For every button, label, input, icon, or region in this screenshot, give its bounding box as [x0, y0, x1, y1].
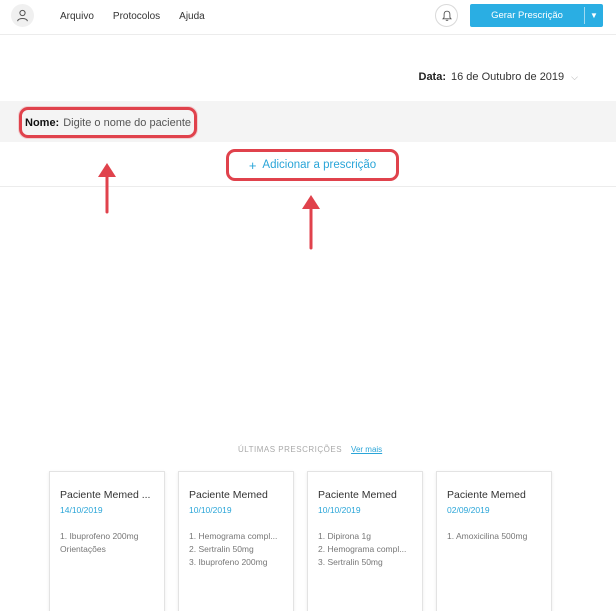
card-items: 1. Hemograma compl... 2. Sertralin 50mg … — [189, 530, 283, 569]
menu-ajuda[interactable]: Ajuda — [179, 11, 205, 22]
card-item: 2. Sertralin 50mg — [189, 543, 283, 556]
card-item: 1. Hemograma compl... — [189, 531, 278, 541]
card-date: 10/10/2019 — [189, 505, 232, 515]
patient-name-label: Nome: — [25, 116, 60, 129]
prescription-card[interactable]: Paciente Memed 10/10/2019 1. Hemograma c… — [178, 471, 294, 611]
date-selector[interactable]: Data: 16 de Outubro de 2019 ⌵ — [419, 71, 579, 83]
menu-arquivo[interactable]: Arquivo — [60, 11, 94, 22]
patient-name-field[interactable]: Nome: Digite o nome do paciente — [19, 107, 197, 138]
top-bar: Arquivo Protocolos Ajuda Gerar Prescriçã… — [0, 0, 616, 35]
ver-mais-link[interactable]: Ver mais — [351, 445, 382, 454]
chevron-down-icon: ⌵ — [571, 71, 578, 82]
plus-icon: + — [248, 157, 257, 173]
card-item: 2. Hemograma compl... — [318, 544, 407, 554]
prescription-card[interactable]: Paciente Memed ... 14/10/2019 1. Ibuprof… — [49, 471, 165, 611]
user-avatar[interactable] — [11, 4, 34, 27]
user-icon — [17, 9, 28, 22]
card-items: 1. Ibuprofeno 200mg Orientações — [60, 530, 154, 556]
add-prescription-button[interactable]: + Adicionar a prescrição — [226, 149, 399, 181]
add-prescription-label: Adicionar a prescrição — [262, 159, 377, 171]
patient-name-input[interactable]: Digite o nome do paciente — [63, 117, 191, 129]
card-date: 02/09/2019 — [447, 505, 490, 515]
date-label: Data: — [418, 71, 447, 83]
prescription-card[interactable]: Paciente Memed 02/09/2019 1. Amoxicilina… — [436, 471, 552, 611]
gerar-prescricao-label: Gerar Prescrição — [491, 10, 563, 21]
card-patient-name: Paciente Memed — [447, 489, 526, 501]
prescription-card[interactable]: Paciente Memed 10/10/2019 1. Dipirona 1g… — [307, 471, 423, 611]
card-item: 3. Sertralin 50mg — [318, 556, 412, 569]
arrow-up-icon — [98, 163, 116, 214]
recent-title: ÚLTIMAS PRESCRIÇÕES — [238, 445, 343, 454]
bell-icon — [441, 10, 452, 21]
card-items: 1. Dipirona 1g 2. Hemograma compl... 3. … — [318, 530, 412, 569]
notifications-button[interactable] — [435, 4, 458, 27]
card-item: Orientações — [60, 544, 106, 554]
card-items: 1. Amoxicilina 500mg — [447, 530, 541, 543]
gerar-prescricao-button[interactable]: Gerar Prescrição ▼ — [470, 4, 603, 27]
divider — [0, 186, 616, 187]
card-date: 14/10/2019 — [60, 505, 103, 515]
date-value: 16 de Outubro de 2019 — [451, 71, 565, 83]
card-patient-name: Paciente Memed — [189, 489, 268, 501]
card-date: 10/10/2019 — [318, 505, 361, 515]
arrow-up-icon — [302, 195, 320, 250]
card-item: 3. Ibuprofeno 200mg — [189, 557, 268, 567]
card-item: 1. Ibuprofeno 200mg — [60, 531, 139, 541]
recent-prescriptions-header: ÚLTIMAS PRESCRIÇÕES Ver mais — [238, 445, 382, 454]
card-item: 1. Amoxicilina 500mg — [447, 530, 541, 543]
card-item: 1. Dipirona 1g — [318, 531, 371, 541]
card-patient-name: Paciente Memed ... — [60, 489, 151, 501]
card-patient-name: Paciente Memed — [318, 489, 397, 501]
main-menu: Arquivo Protocolos Ajuda — [60, 11, 205, 22]
menu-protocolos[interactable]: Protocolos — [113, 11, 160, 22]
caret-down-icon[interactable]: ▼ — [585, 4, 603, 27]
